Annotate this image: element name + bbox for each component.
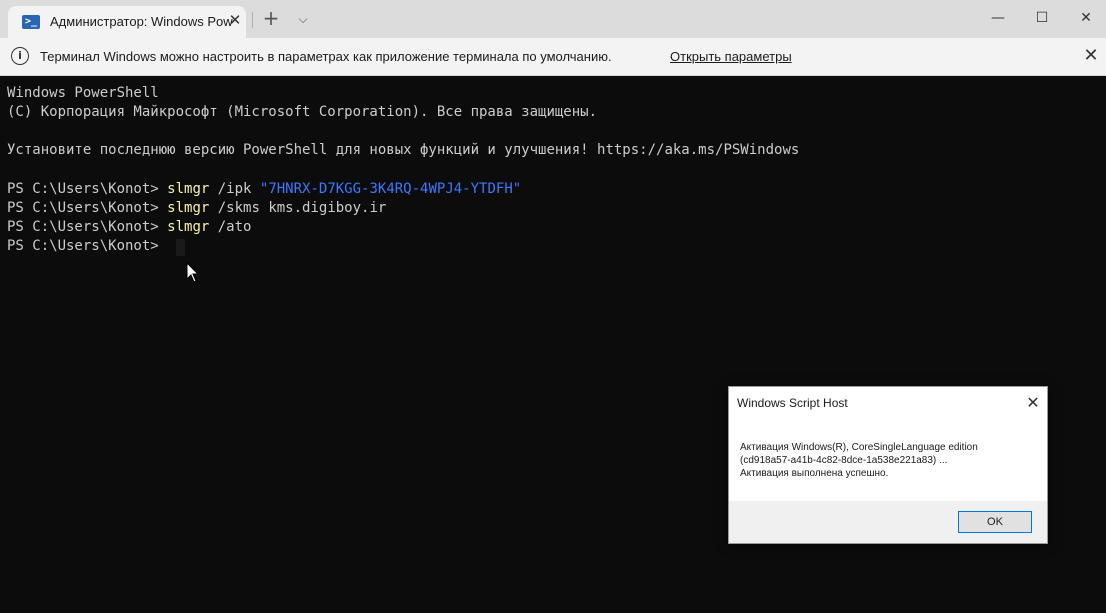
terminal-prompt-line: PS C:\Users\Konot> (7, 237, 167, 256)
dialog-message-line: (cd918a57-a41b-4c82-8dce-1a538e221a83) .… (740, 455, 948, 466)
dialog-message-line: Активация Windows(R), CoreSingleLanguage… (740, 442, 978, 453)
tab-title: Администратор: Windows Pow (50, 14, 233, 29)
terminal-command-line: PS C:\Users\Konot> slmgr /ato (7, 218, 251, 237)
info-icon: i (11, 47, 29, 65)
tab-close-icon[interactable]: ✕ (226, 12, 244, 30)
maximize-button[interactable]: ☐ (1022, 4, 1062, 32)
open-settings-link[interactable]: Открыть параметры (670, 49, 792, 64)
info-message: Терминал Windows можно настроить в парам… (40, 49, 612, 64)
dialog-close-icon[interactable]: ✕ (1023, 393, 1043, 413)
command-args: /ato (209, 219, 252, 235)
tab-divider (252, 12, 253, 28)
command-name: slmgr (167, 219, 210, 235)
windows-script-host-dialog: Windows Script Host ✕ Активация Windows(… (728, 386, 1048, 544)
prompt: PS C:\Users\Konot> (7, 200, 168, 216)
window-close-button[interactable]: ✕ (1066, 4, 1106, 32)
minimize-button[interactable]: — (978, 4, 1018, 32)
dialog-body: Активация Windows(R), CoreSingleLanguage… (729, 421, 1047, 501)
ok-button[interactable]: OK (958, 511, 1032, 533)
dialog-message-line: Активация выполнена успешно. (740, 468, 889, 479)
command-args: /skms kms.digiboy.ir (209, 200, 387, 216)
terminal-command-line: PS C:\Users\Konot> slmgr /skms kms.digib… (7, 199, 386, 218)
title-bar: >_ Администратор: Windows Pow ✕ + ⌵ — ☐ … (0, 0, 1106, 38)
prompt: PS C:\Users\Konot> (7, 238, 168, 254)
dialog-title: Windows Script Host (737, 396, 848, 410)
terminal-command-line: PS C:\Users\Konot> slmgr /ipk "7HNRX-D7K… (7, 180, 521, 199)
info-bar: i Терминал Windows можно настроить в пар… (0, 38, 1106, 76)
terminal-line: Windows PowerShell (7, 85, 159, 101)
info-close-icon[interactable]: ✕ (1081, 46, 1101, 66)
command-name: slmgr (167, 181, 210, 197)
tab-powershell[interactable]: >_ Администратор: Windows Pow ✕ (8, 6, 246, 38)
tab-dropdown-button[interactable]: ⌵ (294, 10, 312, 28)
powershell-icon: >_ (22, 15, 40, 29)
prompt: PS C:\Users\Konot> (7, 219, 168, 235)
product-key-string: "7HNRX-D7KGG-3K4RQ-4WPJ4-YTDFH" (259, 181, 522, 197)
terminal-line: (C) Корпорация Майкрософт (Microsoft Cor… (7, 104, 598, 120)
command-name: slmgr (167, 200, 210, 216)
new-tab-button[interactable]: + (262, 8, 280, 28)
command-args: /ipk (209, 181, 260, 197)
text-cursor (176, 239, 185, 256)
prompt: PS C:\Users\Konot> (7, 181, 168, 197)
dialog-header: Windows Script Host ✕ (729, 387, 1047, 421)
mouse-pointer-icon (186, 262, 200, 283)
terminal-line: Установите последнюю версию PowerShell д… (7, 142, 800, 158)
